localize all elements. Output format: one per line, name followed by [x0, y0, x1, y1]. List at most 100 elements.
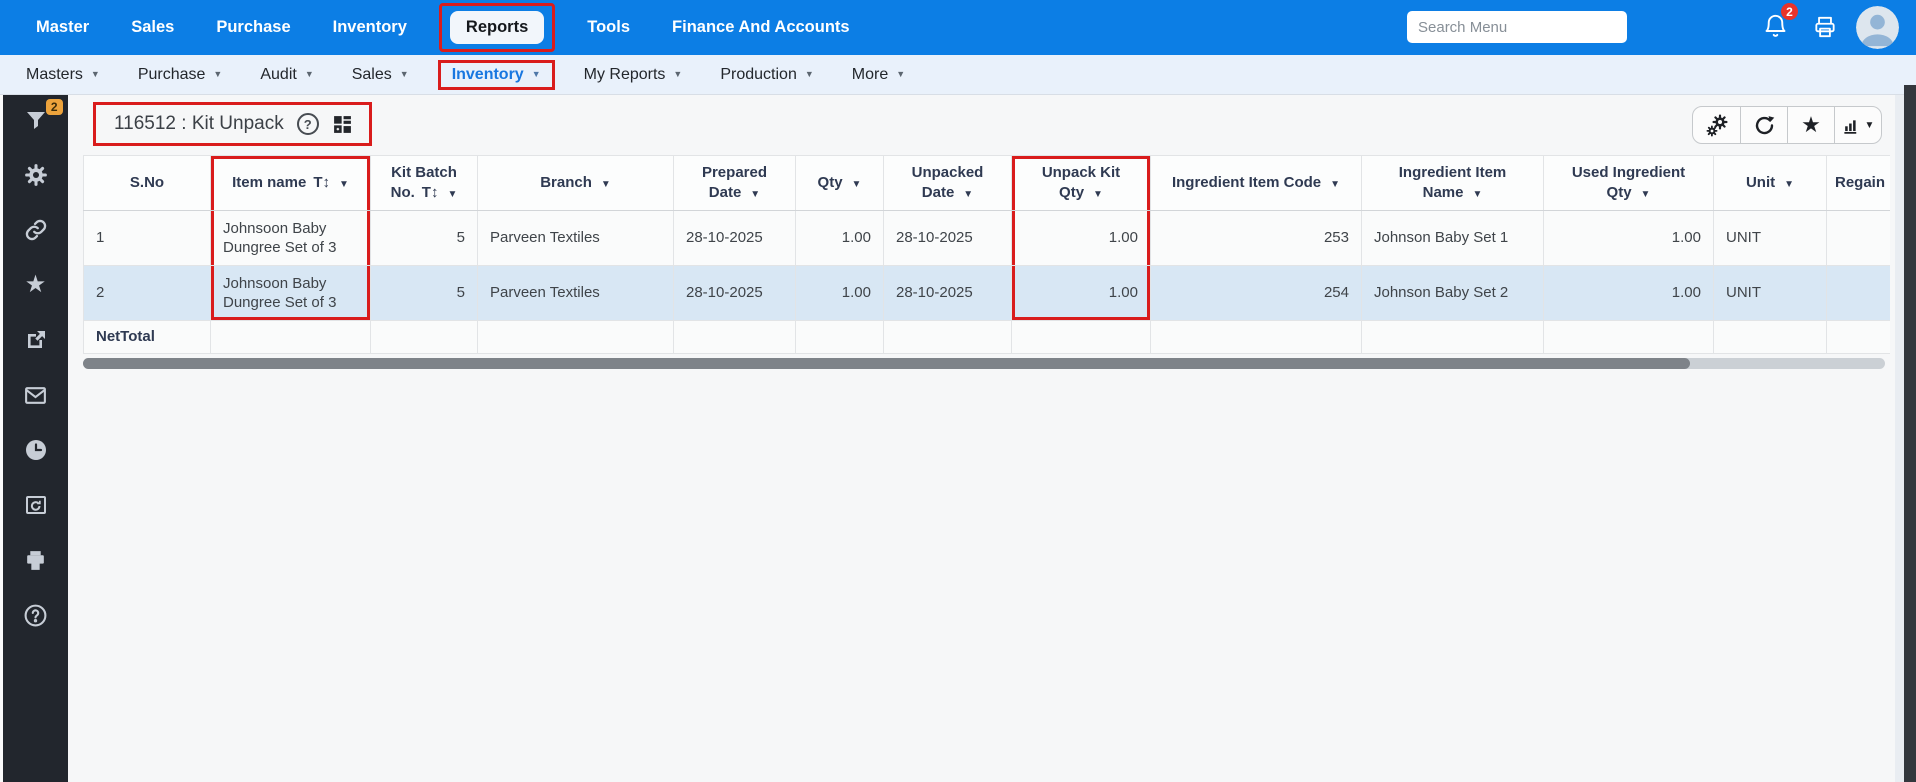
gear-icon[interactable]	[23, 162, 49, 188]
cell-empty	[796, 321, 884, 354]
cell-kit-batch-no: 5	[371, 266, 478, 321]
column-label: Unit	[1746, 174, 1775, 191]
subnav-item-audit[interactable]: Audit▼	[260, 66, 313, 84]
filter-icon[interactable]: 2	[23, 107, 49, 133]
topnav-item-purchase[interactable]: Purchase	[216, 18, 290, 37]
sort-caret-icon: ▼	[1472, 189, 1482, 200]
topnav-items: Master Sales Purchase Inventory Reports Tools…	[0, 0, 1916, 55]
column-header-s-no[interactable]: S.No	[84, 156, 211, 211]
column-header-ingredient-item-code[interactable]: Ingredient Item Code ▼	[1151, 156, 1362, 211]
topnav-item-finance-and-accounts[interactable]: Finance And Accounts	[672, 18, 850, 37]
topnav-item-inventory[interactable]: Inventory	[333, 18, 407, 37]
report-category-nav: Masters▼Purchase▼Audit▼Sales▼Inventory▼M…	[0, 55, 1916, 95]
subnav-item-inventory[interactable]: Inventory ▼	[438, 60, 555, 90]
subnav-label: Purchase	[138, 66, 206, 84]
tool-sidebar: 2 ★	[0, 95, 68, 782]
report-settings-button[interactable]	[1693, 107, 1740, 143]
refresh-button[interactable]	[1740, 107, 1787, 143]
cell-prepared-date: 28-10-2025	[674, 211, 796, 266]
user-avatar[interactable]	[1856, 6, 1899, 49]
cell-ingredient-item-name: Johnson Baby Set 2	[1362, 266, 1544, 321]
star-icon[interactable]: ★	[23, 272, 49, 298]
share-icon[interactable]	[23, 327, 49, 353]
cell-s-no: 2	[84, 266, 211, 321]
scrollbar-thumb[interactable]	[83, 358, 1690, 369]
cell-ingredient-item-code: 254	[1151, 266, 1362, 321]
chevron-down-icon: ▼	[805, 70, 814, 79]
chevron-down-icon: ▼	[532, 70, 541, 79]
subnav-label: Inventory	[452, 66, 524, 84]
cell-kit-batch-no: 5	[371, 211, 478, 266]
subnav-item-masters[interactable]: Masters▼	[26, 66, 100, 84]
column-header-item-name[interactable]: Item nameT↕▼	[211, 156, 371, 211]
favorite-star-button[interactable]: ★	[1787, 107, 1834, 143]
column-header-used-ingredient-qty[interactable]: Used Ingredient Qty▼	[1544, 156, 1714, 211]
column-label: Item name	[232, 174, 306, 191]
chevron-down-icon: ▼	[213, 70, 222, 79]
net-total-label: NetTotal	[84, 321, 211, 354]
net-total-row: NetTotal	[84, 321, 1891, 354]
column-header-qty[interactable]: Qty▼	[796, 156, 884, 211]
column-header-unpacked-date[interactable]: Unpacked Date▼	[884, 156, 1012, 211]
cell-regain	[1827, 266, 1891, 321]
table-row-2: 2Johnsoon Baby Dungree Set of 35Parveen …	[84, 266, 1891, 321]
chevron-down-icon: ▼	[305, 70, 314, 79]
horizontal-scrollbar[interactable]	[83, 358, 1885, 369]
subnav-item-sales[interactable]: Sales▼	[352, 66, 409, 84]
column-label: Regain	[1835, 174, 1885, 191]
grid-widget-icon[interactable]	[332, 114, 353, 135]
column-header-regain[interactable]: Regain	[1827, 156, 1891, 211]
subnav-items: Masters▼Purchase▼Audit▼Sales▼Inventory▼M…	[26, 60, 905, 90]
column-header-ingredient-item-name[interactable]: Ingredient Item Name▼	[1362, 156, 1544, 211]
column-header-unpack-kit-qty[interactable]: Unpack Kit Qty▼	[1012, 156, 1151, 211]
topnav-item-master[interactable]: Master	[36, 18, 89, 37]
cell-empty	[674, 321, 796, 354]
printer-icon[interactable]	[23, 547, 49, 573]
cell-empty	[884, 321, 1012, 354]
help-circle-icon[interactable]: ?	[297, 113, 319, 135]
subnav-item-production[interactable]: Production▼	[720, 66, 813, 84]
sort-caret-icon: ▼	[750, 189, 760, 200]
column-header-branch[interactable]: Branch▼	[478, 156, 674, 211]
subnav-item-my-reports[interactable]: My Reports▼	[584, 66, 683, 84]
cell-unpack-kit-qty: 1.00	[1012, 211, 1151, 266]
cell-qty: 1.00	[796, 266, 884, 321]
sort-caret-icon: ▼	[1330, 179, 1340, 190]
panel-refresh-icon[interactable]	[23, 492, 49, 518]
vertical-scrollbar[interactable]	[1904, 85, 1916, 782]
cell-prepared-date: 28-10-2025	[674, 266, 796, 321]
report-table-container: S.NoItem nameT↕▼Kit Batch No.T↕▼Branch▼P…	[83, 155, 1890, 354]
clock-icon[interactable]	[23, 437, 49, 463]
report-toolbar: ★ ▼	[1692, 106, 1882, 144]
column-header-kit-batch-no[interactable]: Kit Batch No.T↕▼	[371, 156, 478, 211]
cell-empty	[1827, 321, 1891, 354]
sort-caret-icon: ▼	[447, 189, 457, 200]
mail-icon[interactable]	[23, 382, 49, 408]
search-input[interactable]	[1407, 11, 1627, 43]
cell-regain	[1827, 211, 1891, 266]
app-window: Master Sales Purchase Inventory Reports Tools…	[0, 0, 1916, 782]
cell-empty	[211, 321, 371, 354]
sort-caret-icon: ▼	[1093, 189, 1103, 200]
column-label: Ingredient Item Name	[1399, 164, 1507, 201]
annotation-red-box-title: 116512 : Kit Unpack ?	[93, 102, 372, 146]
subnav-item-more[interactable]: More▼	[852, 66, 905, 84]
cell-unpack-kit-qty: 1.00	[1012, 266, 1151, 321]
chart-view-button[interactable]: ▼	[1834, 107, 1881, 143]
column-label: Ingredient Item Code	[1172, 174, 1321, 191]
print-icon[interactable]	[1812, 14, 1838, 45]
filter-count-badge: 2	[46, 99, 63, 115]
scroll-gutter	[1895, 95, 1904, 782]
help-icon[interactable]	[23, 602, 49, 628]
column-header-unit[interactable]: Unit▼	[1714, 156, 1827, 211]
topnav-item-tools[interactable]: Tools	[587, 18, 630, 37]
column-header-prepared-date[interactable]: Prepared Date▼	[674, 156, 796, 211]
topnav-item-sales[interactable]: Sales	[131, 18, 174, 37]
column-label: Used Ingredient Qty	[1572, 164, 1685, 201]
table-header-row: S.NoItem nameT↕▼Kit Batch No.T↕▼Branch▼P…	[84, 156, 1891, 211]
topnav-item-reports[interactable]: Reports	[450, 11, 544, 44]
cell-branch: Parveen Textiles	[478, 211, 674, 266]
annotation-red-box-reports: Reports	[439, 3, 555, 52]
subnav-item-purchase[interactable]: Purchase ▼	[138, 66, 223, 84]
link-icon[interactable]	[23, 217, 49, 243]
